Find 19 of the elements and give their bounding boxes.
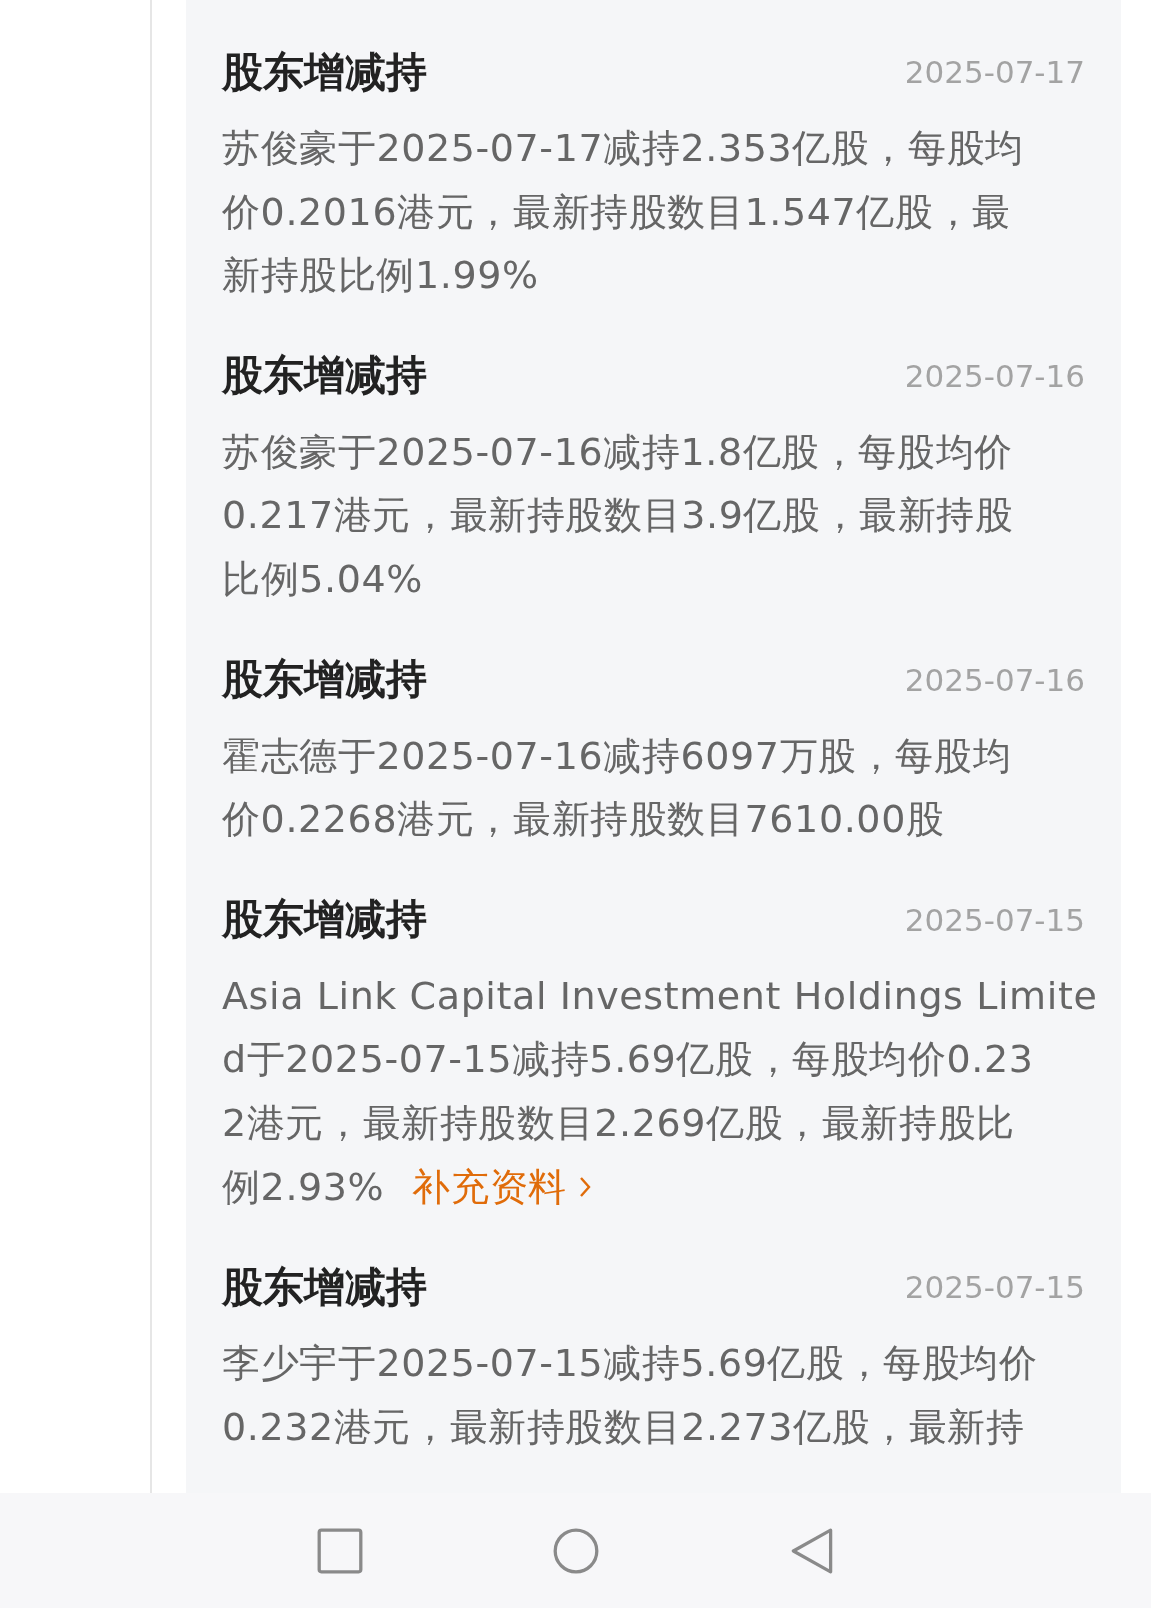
item-date: 2025-07-16 <box>904 357 1085 394</box>
item-description: 霍志德于2025-07-16减持6097万股，每股均 价0.2268港元，最新持股数目7610.00股 <box>222 732 1012 844</box>
item-date: 2025-07-17 <box>904 54 1085 90</box>
item-title: 股东增减持 <box>222 46 427 98</box>
item-description: 李少宇于2025-07-15减持5.69亿股，每股均价 0.232港元，最新持股数目2.273亿股，最新持 <box>222 1340 1038 1451</box>
item-title: 股东增减持 <box>222 1261 427 1313</box>
item-description: Asia Link Capital Investment Holdings Limite d于2025-07-15减持5.69亿股，每股均价0.23 2港元，最新持股数目2.269亿股，最新持股比 例2.93% 补充资料 <box>222 964 1098 1220</box>
item-date: 2025-07-15 <box>904 901 1085 938</box>
square-icon[interactable] <box>316 1527 363 1574</box>
item-title: 股东增减持 <box>222 654 427 706</box>
item-description: 苏俊豪于2025-07-17减持2.353亿股，每股均 价0.2016港元，最新持股数目1.547亿股，最 新持股比例1.99% <box>222 125 1024 300</box>
supplement-link[interactable]: 补充资料 <box>412 1155 591 1220</box>
chevron-right-icon <box>578 1176 591 1199</box>
item-title: 股东增减持 <box>222 894 427 946</box>
item-title: 股东增减持 <box>222 350 427 402</box>
item-date: 2025-07-15 <box>904 1269 1085 1306</box>
item-description: 苏俊豪于2025-07-16减持1.8亿股，每股均价 0.217港元，最新持股数目3.9亿股，最新持股 比例5.04% <box>222 428 1014 603</box>
item-date: 2025-07-16 <box>904 661 1085 698</box>
home-circle-icon[interactable] <box>552 1527 599 1574</box>
